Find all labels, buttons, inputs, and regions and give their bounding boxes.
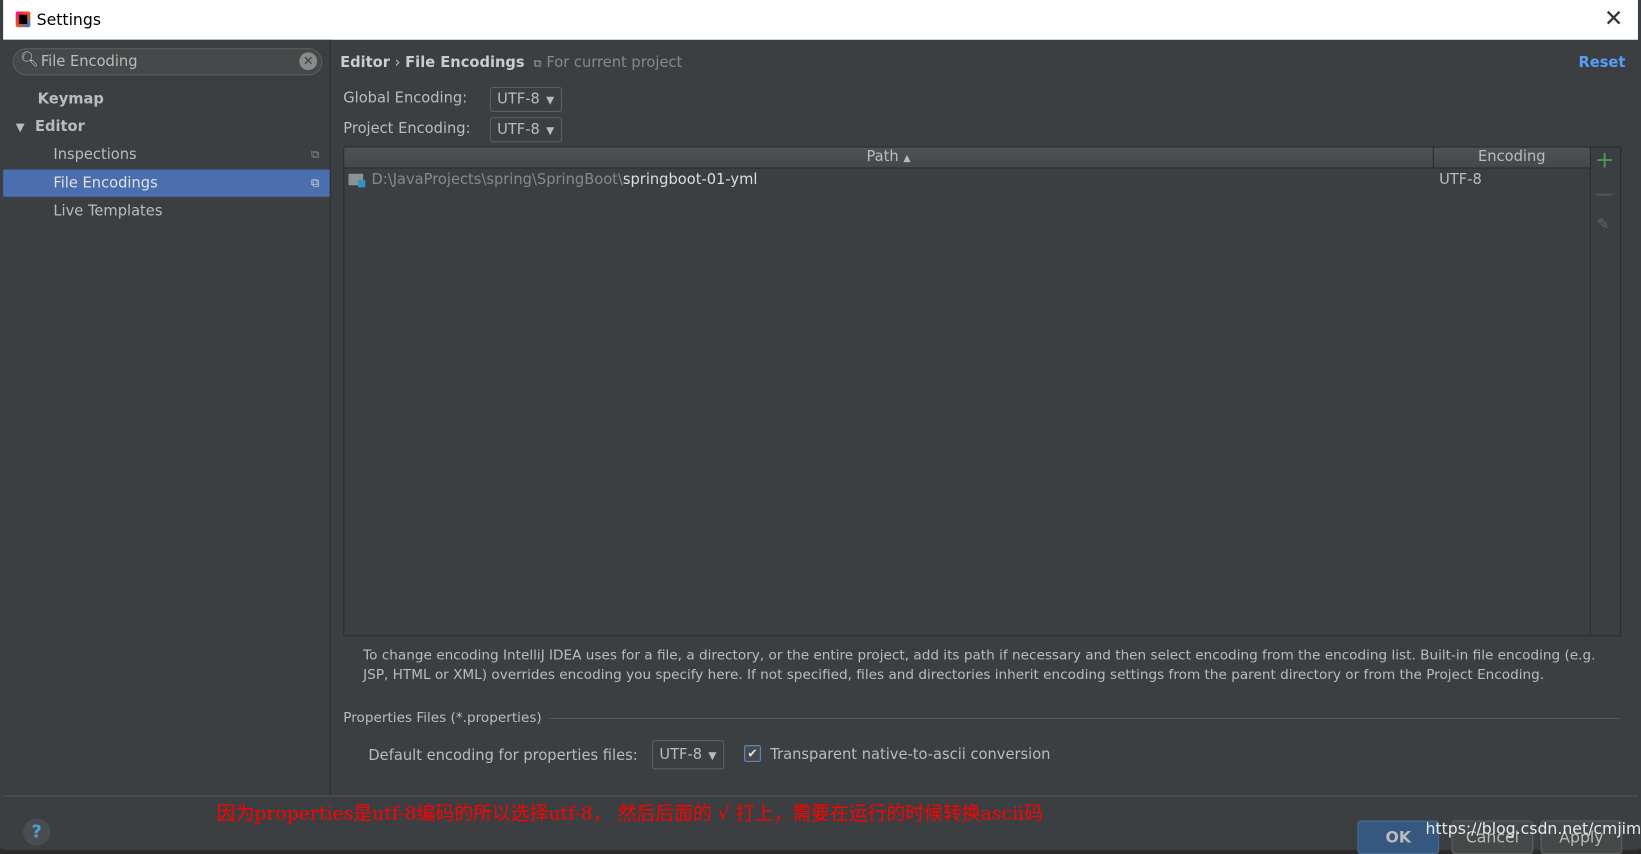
window-title: Settings <box>36 10 102 30</box>
default-encoding-label: Default encoding for properties files: <box>368 747 638 765</box>
column-header-encoding[interactable]: Encoding <box>1434 148 1590 168</box>
path-cell: D:\JavaProjects\spring\SpringBoot\spring… <box>372 170 758 191</box>
sidebar-item-inspections[interactable]: Inspections ⧉ <box>3 141 330 168</box>
encoding-cell[interactable]: UTF-8 <box>1439 170 1482 191</box>
table-header: Path ▲ Encoding <box>344 147 1590 169</box>
breadcrumb-parent: Editor <box>340 54 390 72</box>
sort-ascending-icon: ▲ <box>903 153 911 165</box>
project-encoding-select[interactable]: UTF-8 ▼ <box>489 117 562 143</box>
settings-dialog: Settings ✕ 🔍︎ ✕ Keymap ▼ Editor Inspectio… <box>0 0 1641 854</box>
clear-search-icon[interactable]: ✕ <box>299 52 318 71</box>
column-header-path[interactable]: Path ▲ <box>344 147 1434 168</box>
encoding-table: Path ▲ Encoding D:\JavaProjects\spring\S… <box>343 146 1591 637</box>
path-name: springboot-01-yml <box>622 171 758 189</box>
global-encoding-select[interactable]: UTF-8 ▼ <box>489 86 562 112</box>
title-bar: Settings ✕ <box>3 0 1638 40</box>
watermark: https://blog.csdn.net/cmjimmy <box>1425 819 1641 839</box>
breadcrumb: Editor › File Encodings ⧉ For current pr… <box>340 54 682 71</box>
chevron-down-icon: ▼ <box>546 125 555 138</box>
expand-arrow-icon[interactable]: ▼ <box>16 120 25 134</box>
sidebar-item-label: Keymap <box>37 91 104 108</box>
search-field[interactable]: 🔍︎ ✕ <box>12 48 323 76</box>
reset-link[interactable]: Reset <box>1578 54 1625 71</box>
add-icon[interactable]: + <box>1595 149 1614 173</box>
global-encoding-value: UTF-8 <box>497 91 540 108</box>
sidebar-item-label: Live Templates <box>53 203 163 220</box>
help-text: To change encoding IntelliJ IDEA uses fo… <box>363 647 1596 684</box>
help-button[interactable]: ? <box>23 818 51 846</box>
table-row[interactable]: D:\JavaProjects\spring\SpringBoot\spring… <box>344 170 1589 191</box>
global-encoding-label: Global Encoding: <box>343 90 468 107</box>
sidebar-item-label: Editor <box>35 118 85 136</box>
main-panel: Editor › File Encodings ⧉ For current pr… <box>331 40 1638 796</box>
sidebar-item-editor[interactable]: ▼ Editor <box>3 113 330 140</box>
section-title: Properties Files (*.properties) <box>343 710 549 727</box>
breadcrumb-separator: › <box>394 54 401 72</box>
intellij-logo-icon <box>15 11 31 28</box>
column-label: Encoding <box>1478 148 1546 166</box>
scope-label: For current project <box>546 54 683 72</box>
project-scope-icon: ⧉ <box>310 147 320 162</box>
remove-icon[interactable] <box>1596 193 1612 196</box>
sidebar-item-keymap[interactable]: Keymap <box>3 86 330 113</box>
path-prefix: D:\JavaProjects\spring\SpringBoot\ <box>371 171 623 189</box>
sidebar: 🔍︎ ✕ Keymap ▼ Editor Inspections ⧉ File En… <box>3 39 331 796</box>
properties-section: Properties Files (*.properties) <box>343 710 1621 727</box>
project-encoding-label: Project Encoding: <box>343 120 471 138</box>
project-scope-icon: ⧉ <box>310 175 320 190</box>
annotation-text: 因为properties是utf-8编码的所以选择utf-8， 然后后面的 √ … <box>216 802 1044 825</box>
project-scope-icon: ⧉ <box>533 56 542 71</box>
breadcrumb-current: File Encodings <box>405 54 525 72</box>
edit-icon[interactable]: ✎ <box>1597 217 1609 234</box>
table-toolbar: + ✎ <box>1588 146 1622 637</box>
search-input[interactable] <box>38 51 300 73</box>
sidebar-item-label: Inspections <box>53 146 137 164</box>
sidebar-item-file-encodings[interactable]: File Encodings ⧉ <box>3 169 330 197</box>
search-icon: 🔍︎ <box>19 51 39 69</box>
transparent-conversion-checkbox[interactable]: ✔ <box>744 745 761 762</box>
sidebar-item-live-templates[interactable]: Live Templates <box>3 198 330 225</box>
transparent-conversion-label[interactable]: Transparent native-to-ascii conversion <box>770 746 1050 763</box>
column-label: Path <box>866 148 899 166</box>
properties-encoding-select[interactable]: UTF-8 ▼ <box>652 739 724 770</box>
properties-encoding-value: UTF-8 <box>659 746 703 763</box>
project-encoding-value: UTF-8 <box>497 121 540 139</box>
folder-icon <box>348 173 366 188</box>
chevron-down-icon: ▼ <box>708 750 717 762</box>
close-icon[interactable]: ✕ <box>1604 6 1623 32</box>
chevron-down-icon: ▼ <box>546 95 555 107</box>
sidebar-item-label: File Encodings <box>53 174 158 192</box>
